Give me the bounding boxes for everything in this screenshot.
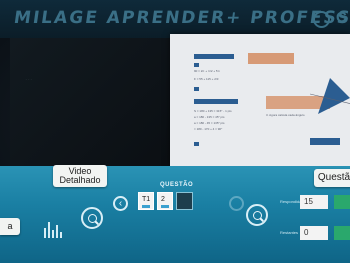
- bar-chart-icon[interactable]: [44, 218, 64, 238]
- header-letter[interactable]: C: [336, 9, 347, 26]
- search-icon: [88, 214, 97, 223]
- answered-count: 15: [300, 195, 328, 209]
- slide-note: 3. Agora calcula cada ângulo: [266, 113, 305, 117]
- slide-header-bar: [194, 54, 234, 59]
- prev-question-button[interactable]: ‹: [113, 196, 128, 211]
- question-item[interactable]: 2: [157, 192, 173, 210]
- video-detail-button[interactable]: Video Detalhado: [53, 165, 107, 187]
- slide-footer-bar: [310, 138, 340, 145]
- answered-check-icon: [142, 205, 150, 208]
- next-question-button[interactable]: [229, 196, 244, 211]
- remaining-action-button[interactable]: [334, 226, 350, 240]
- header-circle-icon[interactable]: [313, 11, 330, 28]
- slide-check-icon: [194, 87, 199, 91]
- search-icon: [253, 211, 262, 220]
- triangle-figure: [310, 78, 350, 114]
- remaining-label: Restantes: [280, 230, 299, 235]
- slide-line: a = 180 - 135 = 45° pts: [194, 115, 225, 119]
- video-player[interactable]: [10, 38, 170, 166]
- slide-check-icon: [194, 142, 199, 146]
- lesson-slide: 90 = 2π + π/2 + 5π Σ = 55 + 115 + 2/3 S …: [170, 34, 350, 166]
- slide-line: a = 180 - 45 = 135° pts: [194, 121, 225, 125]
- slide-line: 90 = 2π + π/2 + 5π: [194, 69, 220, 73]
- question-item[interactable]: T1: [138, 192, 154, 210]
- slide-line: Σ = 55 + 115 + 2/3: [194, 77, 219, 81]
- video-overlay-text: ...: [25, 72, 33, 82]
- sidebar-tab[interactable]: a: [0, 218, 20, 235]
- slide-check-icon: [194, 63, 199, 67]
- zoom-left-button[interactable]: [81, 207, 103, 229]
- question-item-label: 2: [161, 196, 165, 203]
- answered-check-icon: [161, 205, 169, 208]
- slide-note-box: [248, 53, 294, 64]
- app-title: MILAGE APRENDER+ PROFESSORES: [12, 8, 350, 28]
- question-item-label: T1: [142, 196, 151, 203]
- video-detail-label: Video Detalhado: [59, 166, 101, 185]
- slide-line: = 180 - 170 + 4 = 90°: [194, 127, 223, 131]
- slide-line: S = 180 + 135 = 315° - 1 pts: [194, 109, 232, 113]
- questao-label: QUESTÃO: [160, 182, 194, 188]
- questao-button[interactable]: Questã: [314, 169, 350, 187]
- slide-section-bar: [194, 99, 238, 104]
- app-screen: MILAGE APRENDER+ PROFESSORES C ... 90 = …: [0, 0, 350, 263]
- question-item-current[interactable]: [176, 192, 193, 210]
- answered-action-button[interactable]: [334, 195, 350, 209]
- remaining-count: 0: [300, 226, 328, 240]
- zoom-right-button[interactable]: [246, 204, 268, 226]
